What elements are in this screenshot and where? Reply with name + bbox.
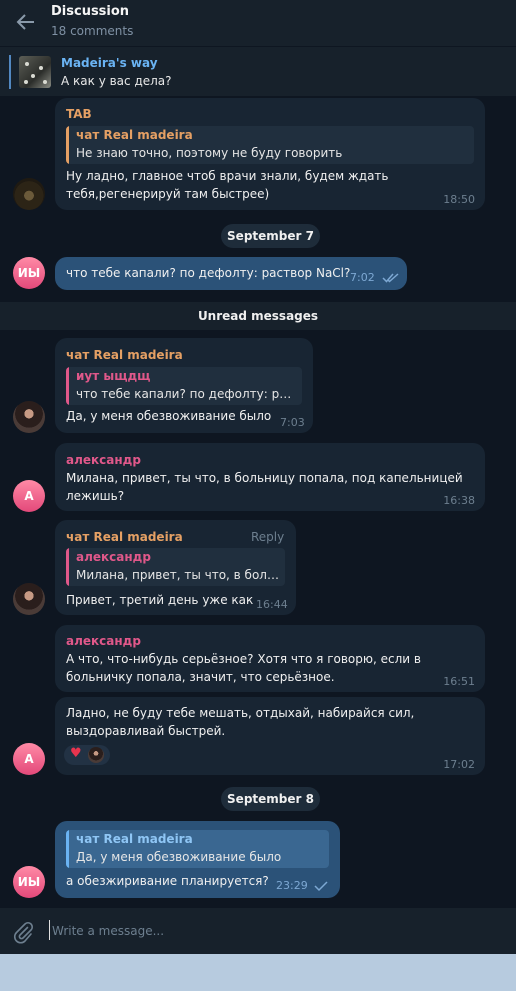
sender-name[interactable]: чат Real madeira bbox=[66, 530, 183, 544]
sender-name[interactable]: TAB bbox=[66, 107, 92, 121]
quote-text: Милана, привет, ты что, в боль... bbox=[76, 568, 281, 582]
message-time: 18:50 bbox=[443, 193, 475, 206]
avatar[interactable]: А bbox=[13, 743, 45, 775]
pinned-channel-name: Madeira's way bbox=[61, 56, 158, 70]
message-time: 23:29 bbox=[276, 879, 308, 892]
chat-header: Discussion 18 comments bbox=[0, 0, 516, 46]
message-time: 16:44 bbox=[256, 598, 288, 611]
message-bubble[interactable]: чат Real madeira иут ыщдщ что тебе капал… bbox=[55, 338, 313, 433]
avatar[interactable]: А bbox=[13, 480, 45, 512]
message-bubble[interactable]: чат Real madeira Reply александр Милана,… bbox=[55, 520, 296, 615]
quote-sender: чат Real madeira bbox=[76, 832, 193, 846]
quote-sender: иут ыщдщ bbox=[76, 369, 151, 383]
quote-sender: александр bbox=[76, 550, 151, 564]
message-time: 16:38 bbox=[443, 494, 475, 507]
message-bubble[interactable]: александр Милана, привет, ты что, в боль… bbox=[55, 443, 485, 511]
heart-icon: ♥ bbox=[70, 746, 82, 761]
message-input[interactable] bbox=[52, 921, 472, 941]
message-text-line1: Ладно, не буду тебе мешать, отдыхай, наб… bbox=[66, 706, 415, 720]
sender-name[interactable]: александр bbox=[66, 634, 141, 648]
double-check-icon bbox=[382, 273, 399, 283]
quote-bar bbox=[66, 126, 69, 164]
header-subtitle: 18 comments bbox=[51, 24, 134, 38]
message-time: 7:02 bbox=[350, 271, 375, 284]
message-bubble[interactable]: что тебе капали? по дефолту: раствор NaC… bbox=[55, 257, 407, 290]
reply-quote[interactable]: чат Real madeira Да, у меня обезвоживани… bbox=[66, 830, 329, 868]
pinned-thumbnail bbox=[19, 56, 51, 88]
reply-quote[interactable]: александр Милана, привет, ты что, в боль… bbox=[66, 548, 285, 586]
pinned-accent-bar bbox=[9, 55, 11, 89]
avatar[interactable]: ИЫ bbox=[13, 257, 45, 289]
pinned-text: А как у вас дела? bbox=[61, 74, 172, 88]
avatar[interactable] bbox=[13, 178, 45, 210]
sender-name[interactable]: чат Real madeira bbox=[66, 348, 183, 362]
reactor-avatar bbox=[88, 747, 104, 763]
reply-button[interactable]: Reply bbox=[251, 530, 284, 544]
quote-text: что тебе капали? по дефолту: рас... bbox=[76, 387, 298, 401]
message-text-line2: больничку попала, значит, что серьёзное. bbox=[66, 670, 335, 684]
message-text-line1: А что, что-нибудь серьёзное? Хотя что я … bbox=[66, 652, 421, 666]
message-time: 17:02 bbox=[443, 758, 475, 771]
message-text: что тебе капали? по дефолту: раствор NaC… bbox=[66, 266, 351, 280]
avatar[interactable] bbox=[13, 583, 45, 615]
message-text-line2: тебя,регенерируй там быстрее) bbox=[66, 187, 270, 201]
message-time: 7:03 bbox=[280, 416, 305, 429]
unread-messages-divider: Unread messages bbox=[0, 302, 516, 330]
message-text: Да, у меня обезвоживание было bbox=[66, 409, 272, 423]
avatar[interactable]: ИЫ bbox=[13, 866, 45, 898]
avatar[interactable] bbox=[13, 401, 45, 433]
message-text-line1: Ну ладно, главное чтоб врачи знали, буде… bbox=[66, 169, 389, 183]
quote-sender: чат Real madeira bbox=[76, 128, 193, 142]
check-icon bbox=[314, 881, 328, 892]
message-text-line1: Милана, привет, ты что, в больницу попал… bbox=[66, 471, 463, 485]
quote-bar bbox=[66, 830, 69, 868]
date-separator: September 7 bbox=[221, 224, 320, 248]
message-time: 16:51 bbox=[443, 675, 475, 688]
attach-icon[interactable] bbox=[11, 920, 35, 944]
message-text: а обезжиривание планируется? bbox=[66, 874, 269, 888]
message-text: Привет, третий день уже как bbox=[66, 593, 254, 607]
quote-bar bbox=[66, 548, 69, 586]
date-separator: September 8 bbox=[221, 787, 320, 811]
message-bubble[interactable]: александр А что, что-нибудь серьёзное? Х… bbox=[55, 625, 485, 692]
text-cursor bbox=[49, 920, 50, 940]
message-bubble[interactable]: чат Real madeira Да, у меня обезвоживани… bbox=[55, 821, 340, 898]
back-arrow-icon[interactable] bbox=[14, 10, 38, 34]
quote-bar bbox=[66, 367, 69, 405]
reply-quote[interactable]: чат Real madeira Не знаю точно, поэтому … bbox=[66, 126, 474, 164]
message-bubble[interactable]: Ладно, не буду тебе мешать, отдыхай, наб… bbox=[55, 697, 485, 775]
reply-quote[interactable]: иут ыщдщ что тебе капали? по дефолту: ра… bbox=[66, 367, 302, 405]
message-text-line2: лежишь? bbox=[66, 489, 125, 503]
pinned-message[interactable]: Madeira's way А как у вас дела? bbox=[0, 46, 516, 96]
message-bubble[interactable]: TAB чат Real madeira Не знаю точно, поэт… bbox=[55, 98, 485, 210]
quote-text: Да, у меня обезвоживание было bbox=[76, 850, 282, 864]
quote-text: Не знаю точно, поэтому не буду говорить bbox=[76, 146, 343, 160]
header-title: Discussion bbox=[51, 4, 130, 19]
sender-name[interactable]: александр bbox=[66, 453, 141, 467]
bottom-strip bbox=[0, 954, 516, 991]
message-text-line2: выздоравливай быстрей. bbox=[66, 724, 226, 738]
reaction-chip[interactable]: ♥ bbox=[64, 745, 110, 765]
